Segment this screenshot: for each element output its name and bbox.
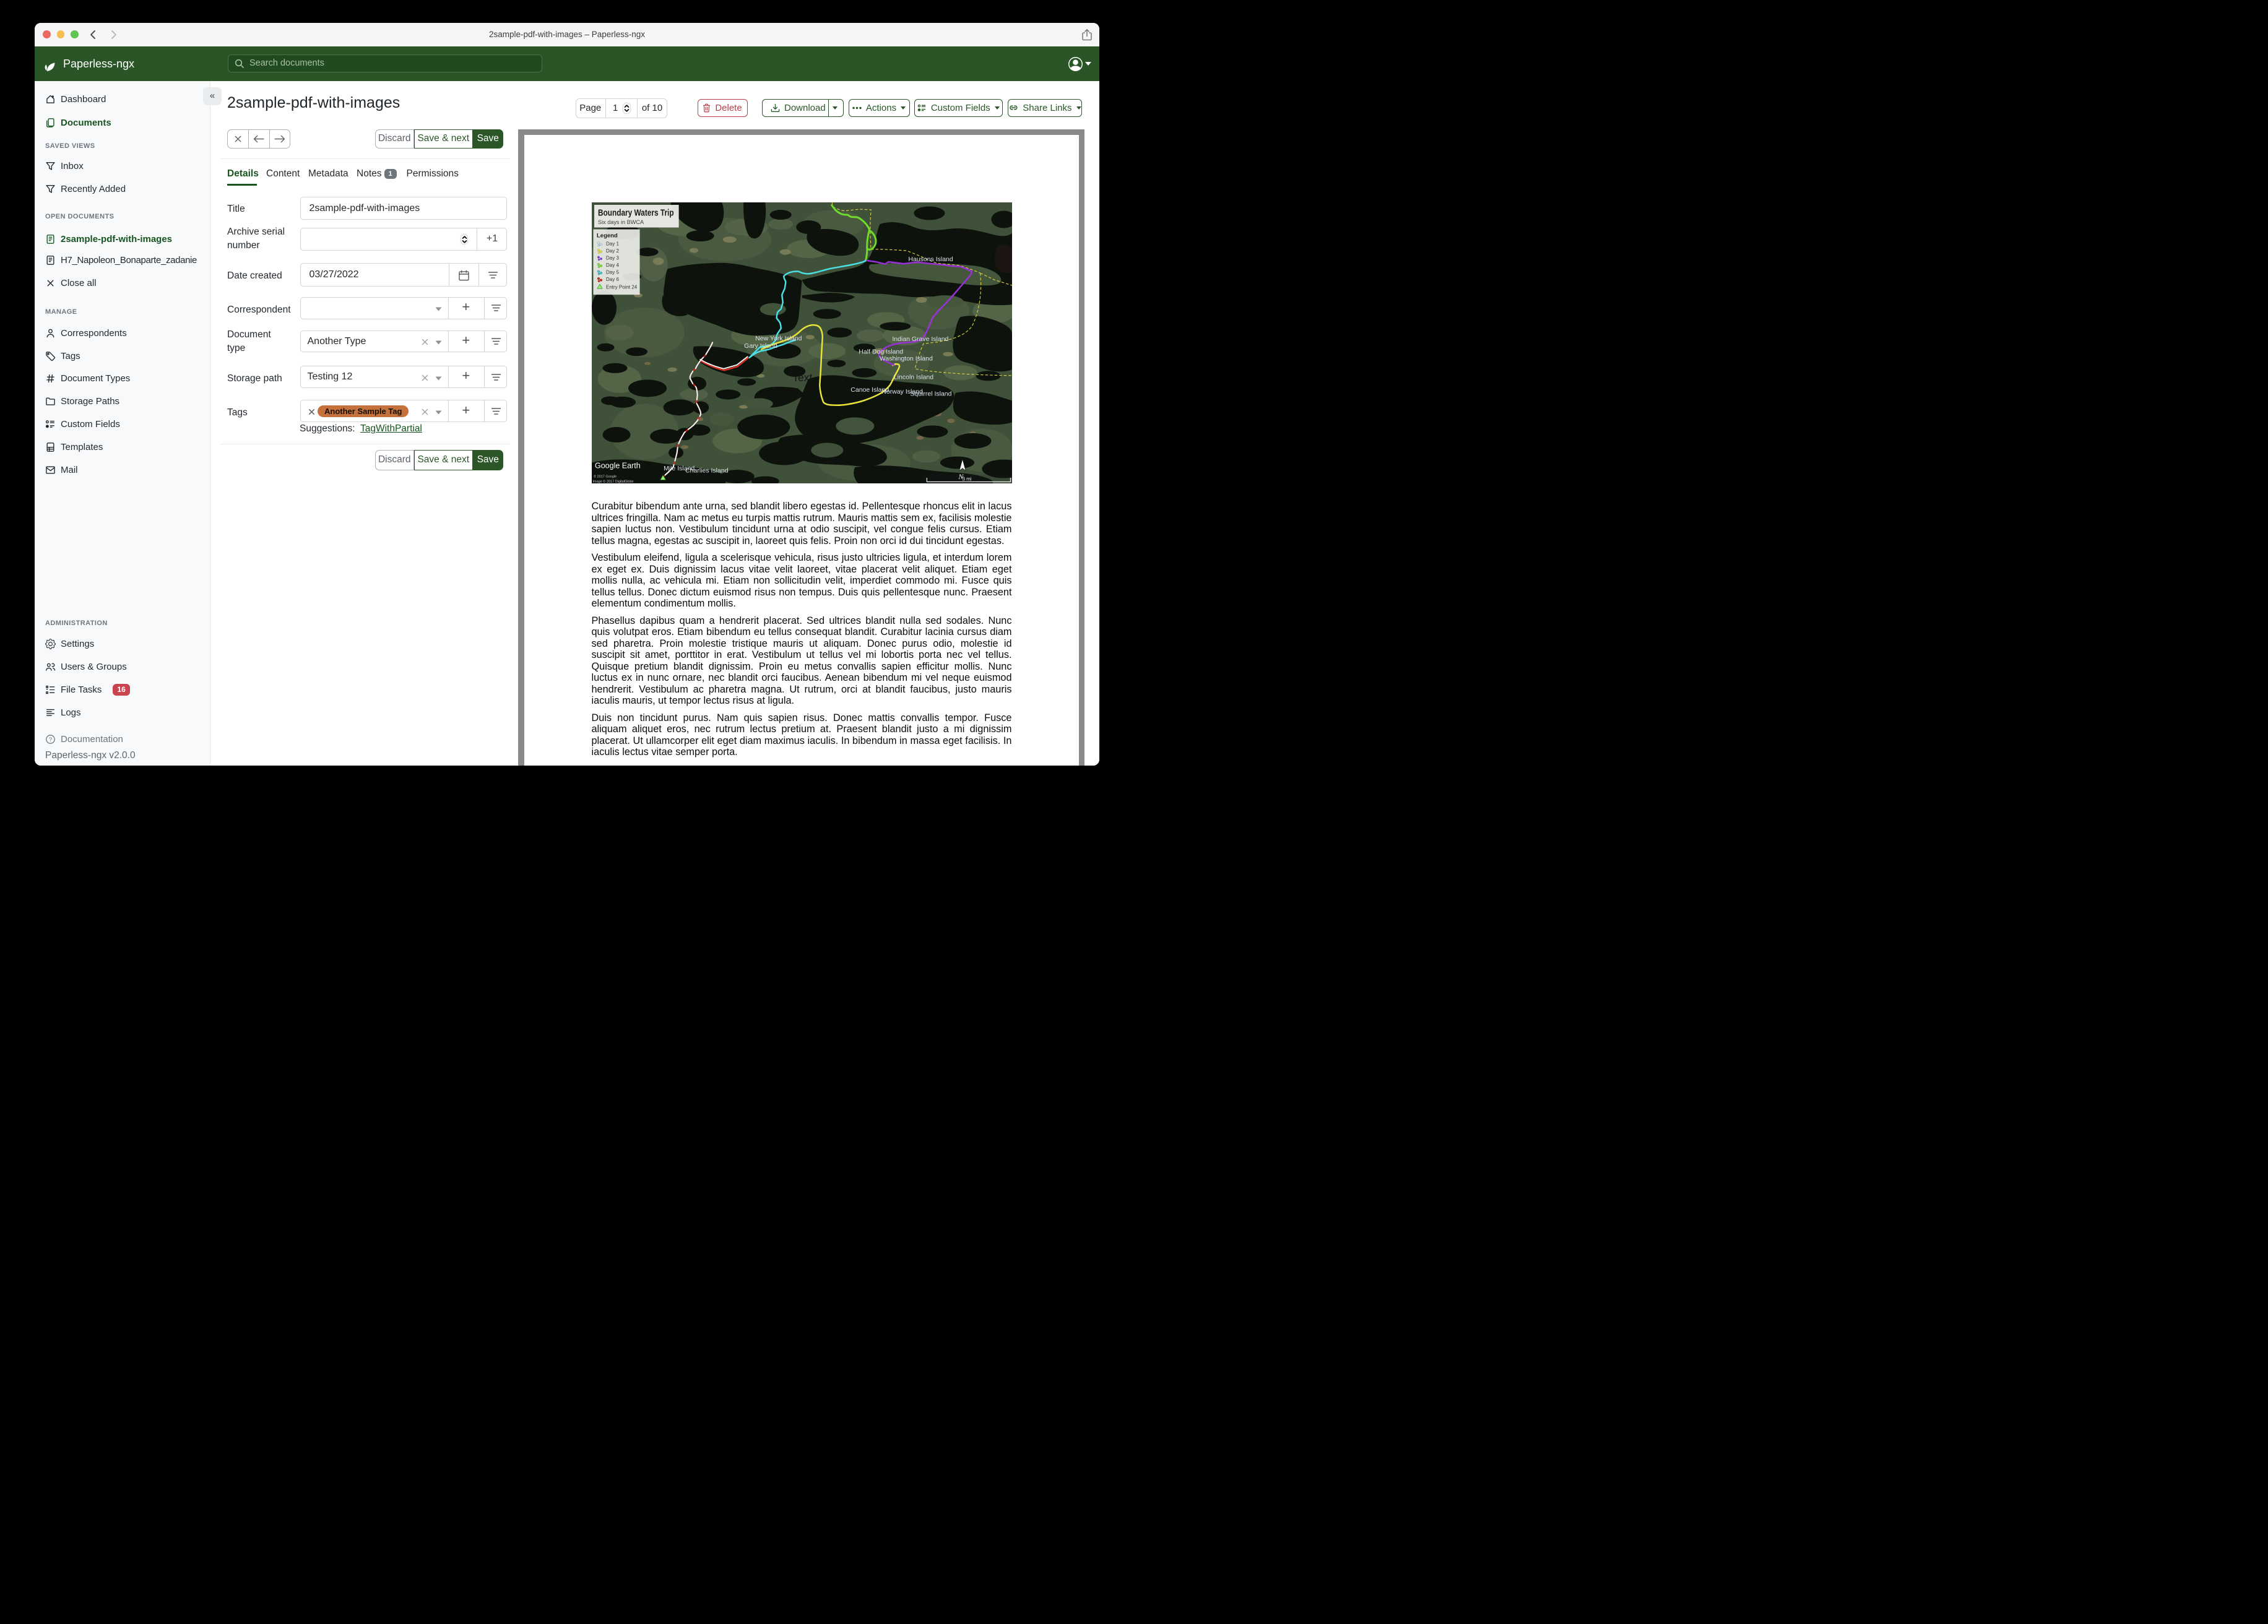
svg-text:Entry Point 24: Entry Point 24 — [606, 284, 638, 290]
svg-text:?: ? — [49, 736, 52, 743]
svg-text:Image © 2017 DigitalGlobe: Image © 2017 DigitalGlobe — [592, 479, 633, 483]
svg-text:Six days in BWCA: Six days in BWCA — [598, 219, 644, 225]
svg-text:Day 5: Day 5 — [606, 269, 619, 275]
svg-text:Google Earth: Google Earth — [595, 461, 641, 470]
svg-text:Boundary Waters Trip: Boundary Waters Trip — [598, 208, 674, 218]
svg-text:New York Island: New York Island — [755, 335, 802, 342]
svg-text:Day 6: Day 6 — [606, 277, 619, 282]
svg-text:© 2017 Google: © 2017 Google — [594, 474, 617, 478]
svg-text:Day 1: Day 1 — [606, 241, 619, 246]
svg-text:3 mi: 3 mi — [962, 476, 971, 482]
svg-text:Day 2: Day 2 — [606, 248, 619, 254]
svg-text:Lincoln Island: Lincoln Island — [893, 373, 933, 381]
svg-text:N: N — [958, 472, 964, 480]
svg-text:Gary Island: Gary Island — [744, 342, 777, 350]
svg-text:Legend: Legend — [597, 232, 618, 239]
svg-text:Charlies Island: Charlies Island — [685, 467, 729, 474]
svg-text:Washington Island: Washington Island — [879, 355, 932, 362]
svg-text:Indian Grave Island: Indian Grave Island — [892, 335, 948, 343]
svg-text:Day 3: Day 3 — [606, 255, 619, 261]
svg-text:Day 4: Day 4 — [606, 262, 619, 268]
svg-text:Half Dog Island: Half Dog Island — [859, 348, 903, 355]
svg-text:Squirrel Island: Squirrel Island — [910, 390, 951, 397]
svg-text:Hausons Island: Hausons Island — [908, 256, 953, 263]
svg-text:Text: Text — [792, 371, 812, 383]
